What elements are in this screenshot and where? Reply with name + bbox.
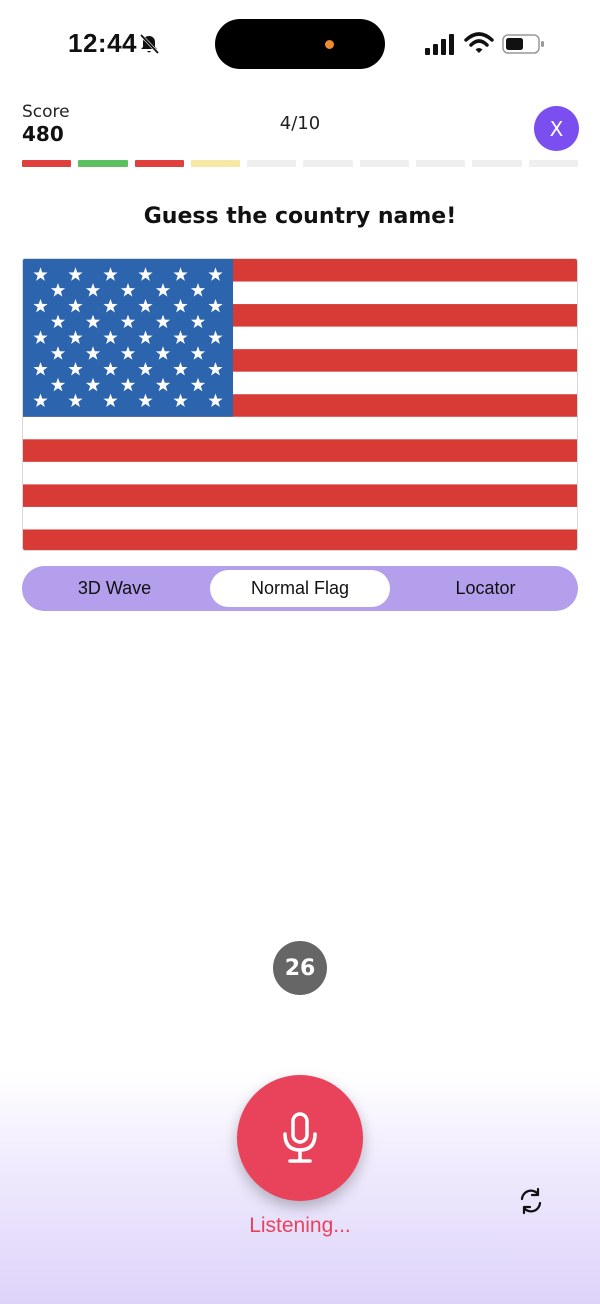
flag-red-stripe — [23, 439, 577, 462]
close-button[interactable]: X — [534, 106, 579, 151]
progress-track — [22, 160, 578, 167]
flag-red-stripe — [23, 484, 577, 507]
question-title: Guess the country name! — [143, 204, 457, 229]
progress-segment-current — [190, 160, 241, 167]
view-mode-locator[interactable]: Locator — [393, 566, 578, 611]
microphone-icon — [283, 1112, 317, 1163]
mic-button[interactable] — [237, 1075, 363, 1201]
flag-canton — [23, 259, 233, 417]
progress-segment-pending — [247, 160, 297, 167]
flag-image — [22, 258, 578, 551]
question-progress: 4/10 — [279, 113, 321, 134]
progress-segment-pending — [528, 160, 578, 167]
signal-icon — [425, 34, 454, 55]
progress-segment-wrong — [134, 160, 184, 167]
dynamic-island — [215, 19, 385, 69]
bell-slash-icon — [139, 33, 160, 55]
refresh-button[interactable] — [514, 1184, 548, 1218]
progress-segment-pending — [303, 160, 353, 167]
camera-indicator — [325, 40, 334, 49]
battery-icon — [502, 34, 544, 54]
progress-segment-pending — [359, 160, 410, 167]
progress-segment-correct — [78, 160, 128, 167]
wifi-icon — [464, 32, 494, 53]
view-mode-normal-flag[interactable]: Normal Flag — [210, 570, 390, 607]
view-mode-selector: 3D Wave Normal Flag Locator — [22, 566, 578, 611]
timer-value: 26 — [284, 955, 316, 981]
progress-segment-pending — [416, 160, 466, 167]
us-flag-graphic — [23, 259, 577, 550]
flag-red-stripe — [23, 529, 577, 550]
progress-segment-wrong — [22, 160, 72, 167]
refresh-icon — [520, 1187, 542, 1215]
close-label: X — [549, 116, 564, 141]
listening-status: Listening... — [249, 1214, 351, 1237]
countdown-timer: 26 — [273, 941, 327, 995]
status-bar: 12:44 — [0, 0, 600, 90]
status-time: 12:44 — [68, 28, 137, 58]
view-mode-3d-wave[interactable]: 3D Wave — [22, 566, 207, 611]
progress-segment-pending — [472, 160, 522, 167]
